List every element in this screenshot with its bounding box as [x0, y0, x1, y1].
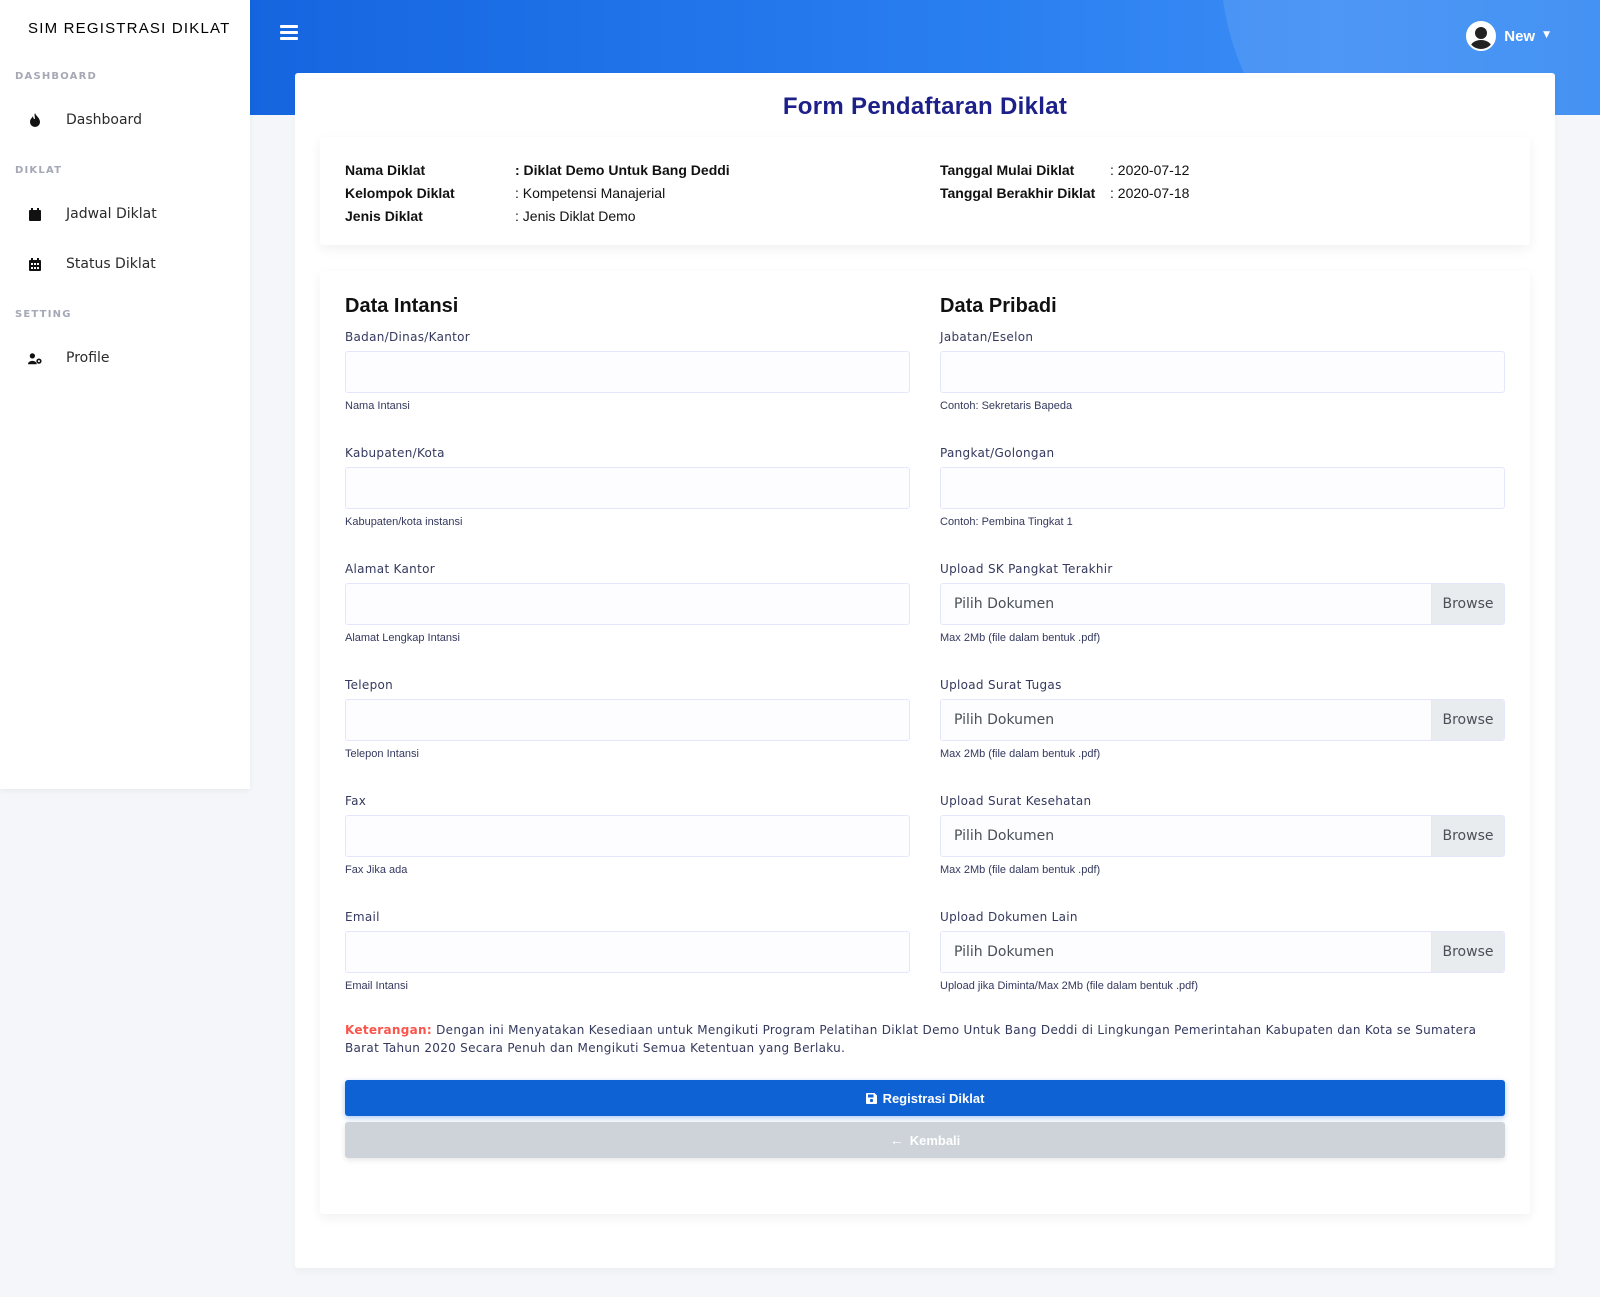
help-upload-dokumen-lain: Upload jika Diminta/Max 2Mb (file dalam …	[940, 980, 1199, 992]
sidebar-item-label: Jadwal Diklat	[66, 206, 157, 222]
info-nama-diklat: Nama Diklat : Diklat Demo Untuk Bang Ded…	[345, 162, 730, 178]
browse-button[interactable]: Browse	[1431, 932, 1504, 972]
info-jenis-diklat: Jenis Diklat : Jenis Diklat Demo	[345, 208, 636, 224]
help-upload-sk-pangkat: Max 2Mb (file dalam bentuk .pdf)	[940, 632, 1101, 644]
label-upload-dokumen-lain: Upload Dokumen Lain	[940, 910, 1078, 924]
label-alamat-kantor: Alamat Kantor	[345, 562, 435, 576]
info-tanggal-berakhir: Tanggal Berakhir Diklat : 2020-07-18	[940, 185, 1189, 201]
sidebar-item-dashboard[interactable]: Dashboard	[0, 100, 250, 140]
sidebar: SIM REGISTRASI DIKLAT DASHBOARD Dashboar…	[0, 0, 250, 789]
keterangan-note: Keterangan: Dengan ini Menyatakan Kesedi…	[345, 1021, 1505, 1057]
label-pangkat-golongan: Pangkat/Golongan	[940, 446, 1055, 460]
browse-button[interactable]: Browse	[1431, 700, 1504, 740]
upload-dokumen-lain-input[interactable]: Pilih Dokumen Browse	[940, 931, 1505, 973]
page-title: Form Pendaftaran Diklat	[782, 93, 1068, 120]
brand-title[interactable]: SIM REGISTRASI DIKLAT	[28, 20, 230, 37]
sidebar-item-label: Status Diklat	[66, 256, 156, 272]
sidebar-header-diklat: DIKLAT	[15, 165, 63, 176]
section-title-pribadi: Data Pribadi	[940, 295, 1057, 317]
label-telepon: Telepon	[345, 678, 394, 692]
keterangan-text: Dengan ini Menyatakan Kesediaan untuk Me…	[345, 1023, 1477, 1055]
info-tanggal-mulai: Tanggal Mulai Diklat : 2020-07-12	[940, 162, 1189, 178]
info-value: : 2020-07-12	[1110, 162, 1190, 178]
user-dropdown[interactable]: New ▼	[1466, 20, 1550, 52]
email-field[interactable]	[345, 931, 910, 973]
help-kabupaten-kota: Kabupaten/kota instansi	[345, 516, 463, 528]
help-badan-dinas-kantor: Nama Intansi	[345, 400, 410, 412]
file-placeholder[interactable]: Pilih Dokumen	[941, 596, 1431, 612]
calendar-grid-icon	[28, 257, 42, 271]
calendar-icon	[28, 207, 42, 221]
menu-toggle-icon[interactable]	[280, 25, 298, 41]
info-value: : 2020-07-18	[1110, 185, 1190, 201]
pangkat-golongan-input[interactable]	[940, 467, 1505, 509]
help-jabatan-eselon: Contoh: Sekretaris Bapeda	[940, 400, 1073, 412]
label-upload-sk-pangkat: Upload SK Pangkat Terakhir	[940, 562, 1113, 576]
jabatan-eselon-input[interactable]	[940, 351, 1505, 393]
browse-button[interactable]: Browse	[1431, 816, 1504, 856]
info-label: Tanggal Berakhir Diklat	[940, 185, 1096, 201]
registrasi-diklat-label[interactable]: Registrasi Diklat	[883, 1091, 985, 1106]
info-label: Jenis Diklat	[345, 208, 423, 224]
user-cog-icon	[28, 351, 42, 365]
help-upload-surat-kesehatan: Max 2Mb (file dalam bentuk .pdf)	[940, 864, 1101, 876]
info-value: : Jenis Diklat Demo	[515, 208, 636, 224]
label-kabupaten-kota: Kabupaten/Kota	[345, 446, 445, 460]
file-placeholder[interactable]: Pilih Dokumen	[941, 828, 1431, 844]
browse-button[interactable]: Browse	[1431, 584, 1504, 624]
keterangan-label: Keterangan:	[345, 1023, 432, 1037]
sidebar-item-profile[interactable]: Profile	[0, 338, 250, 378]
sidebar-item-jadwal-diklat[interactable]: Jadwal Diklat	[0, 194, 250, 234]
kembali-label[interactable]: Kembali	[910, 1133, 961, 1148]
badan-dinas-kantor-input[interactable]	[345, 351, 910, 393]
telepon-input[interactable]	[345, 699, 910, 741]
file-placeholder[interactable]: Pilih Dokumen	[941, 944, 1431, 960]
help-telepon: Telepon Intansi	[345, 748, 419, 760]
chevron-down-icon[interactable]: ▼	[1543, 30, 1550, 40]
info-label: Nama Diklat	[345, 162, 426, 178]
kabupaten-kota-input[interactable]	[345, 467, 910, 509]
diklat-info-card: Nama Diklat : Diklat Demo Untuk Bang Ded…	[320, 137, 1530, 245]
upload-surat-kesehatan-input[interactable]: Pilih Dokumen Browse	[940, 815, 1505, 857]
file-placeholder[interactable]: Pilih Dokumen	[941, 712, 1431, 728]
info-kelompok-diklat: Kelompok Diklat : Kompetensi Manajerial	[345, 185, 665, 201]
fax-input[interactable]	[345, 815, 910, 857]
save-icon	[865, 1092, 877, 1104]
help-email: Email Intansi	[345, 980, 408, 992]
label-badan-dinas-kantor: Badan/Dinas/Kantor	[345, 330, 471, 344]
registrasi-diklat-button[interactable]: Registrasi Diklat	[345, 1080, 1505, 1116]
arrow-left-icon: ←	[889, 1132, 904, 1148]
user-name[interactable]: New	[1504, 28, 1535, 45]
label-upload-surat-tugas: Upload Surat Tugas	[940, 678, 1062, 692]
sidebar-header-setting: SETTING	[15, 309, 72, 320]
fire-icon	[28, 113, 42, 127]
kembali-button[interactable]: ← Kembali	[345, 1122, 1505, 1158]
info-value: : Kompetensi Manajerial	[515, 185, 666, 201]
sidebar-header-dashboard: DASHBOARD	[15, 71, 98, 82]
label-upload-surat-kesehatan: Upload Surat Kesehatan	[940, 794, 1092, 808]
help-alamat-kantor: Alamat Lengkap Intansi	[345, 632, 460, 644]
section-title-intansi: Data Intansi	[345, 295, 459, 317]
help-pangkat-golongan: Contoh: Pembina Tingkat 1	[940, 516, 1073, 528]
sidebar-item-label: Dashboard	[66, 112, 142, 128]
avatar[interactable]	[1466, 21, 1497, 51]
registration-form: Data Intansi Badan/Dinas/Kantor Nama Int…	[320, 271, 1530, 1214]
label-jabatan-eselon: Jabatan/Eselon	[940, 330, 1034, 344]
info-value: : Diklat Demo Untuk Bang Deddi	[515, 162, 730, 178]
upload-sk-pangkat-input[interactable]: Pilih Dokumen Browse	[940, 583, 1505, 625]
sidebar-item-status-diklat[interactable]: Status Diklat	[0, 244, 250, 284]
alamat-kantor-input[interactable]	[345, 583, 910, 625]
info-label: Tanggal Mulai Diklat	[940, 162, 1075, 178]
upload-surat-tugas-input[interactable]: Pilih Dokumen Browse	[940, 699, 1505, 741]
info-label: Kelompok Diklat	[345, 185, 455, 201]
label-fax: Fax	[345, 794, 367, 808]
help-fax: Fax Jika ada	[345, 864, 408, 876]
help-upload-surat-tugas: Max 2Mb (file dalam bentuk .pdf)	[940, 748, 1101, 760]
main-card: Form Pendaftaran Diklat Nama Diklat : Di…	[295, 73, 1555, 1268]
label-email: Email	[345, 910, 380, 924]
sidebar-item-label: Profile	[66, 350, 110, 366]
